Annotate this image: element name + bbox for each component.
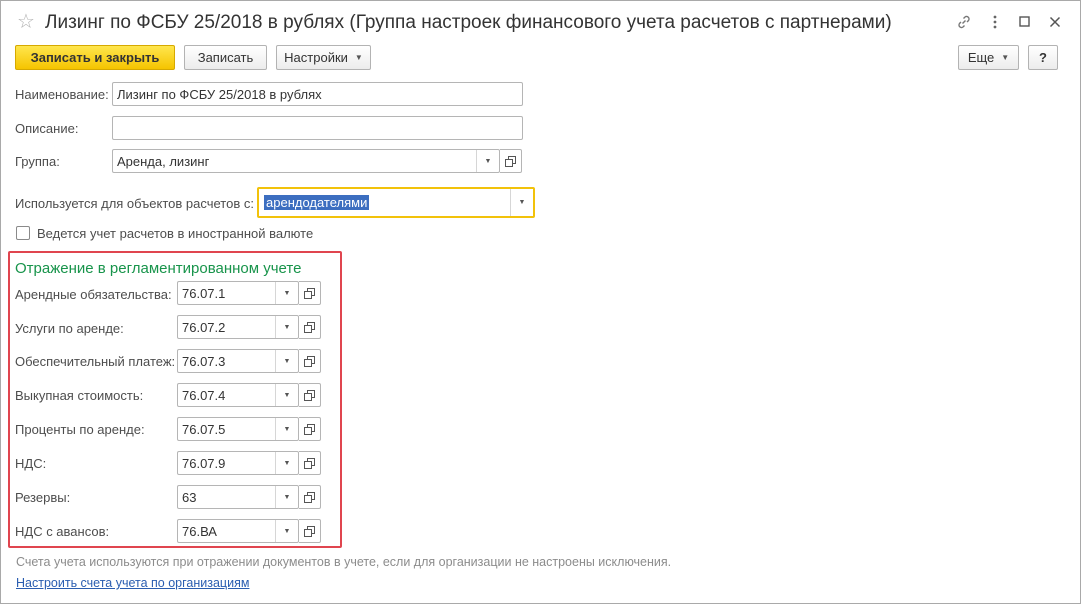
chevron-down-icon[interactable]: ▼ xyxy=(275,452,298,474)
group-label: Группа: xyxy=(15,154,60,169)
account-row-label: Услуги по аренде: xyxy=(15,321,124,336)
chevron-down-icon[interactable]: ▼ xyxy=(275,316,298,338)
more-label: Еще xyxy=(967,50,995,65)
group-value: Аренда, лизинг xyxy=(117,153,210,169)
open-group-button[interactable] xyxy=(500,149,522,173)
account-value: 76.07.4 xyxy=(182,387,226,403)
chevron-down-icon[interactable]: ▼ xyxy=(275,350,298,372)
open-account-button[interactable] xyxy=(299,485,321,509)
form-window: ☆ Лизинг по ФСБУ 25/2018 в рублях (Групп… xyxy=(0,0,1081,604)
settings-label: Настройки xyxy=(284,50,348,65)
account-value: 76.ВА xyxy=(182,523,217,539)
account-select[interactable]: 76.ВА ▼ xyxy=(177,519,299,543)
chevron-down-icon[interactable]: ▼ xyxy=(275,282,298,304)
link-icon[interactable] xyxy=(953,11,975,33)
accounts-hint-text: Счета учета используются при отражении д… xyxy=(16,555,672,569)
account-row-label: Проценты по аренде: xyxy=(15,422,145,437)
window-title: Лизинг по ФСБУ 25/2018 в рублях (Группа … xyxy=(45,12,892,33)
account-select[interactable]: 76.07.3 ▼ xyxy=(177,349,299,373)
account-select[interactable]: 76.07.2 ▼ xyxy=(177,315,299,339)
account-value: 76.07.9 xyxy=(182,455,226,471)
chevron-down-icon: ▼ xyxy=(354,53,363,62)
chevron-down-icon: ▼ xyxy=(1001,53,1010,62)
name-input[interactable]: Лизинг по ФСБУ 25/2018 в рублях xyxy=(112,82,523,106)
save-and-close-button[interactable]: Записать и закрыть xyxy=(15,45,175,70)
close-icon[interactable] xyxy=(1044,11,1066,33)
name-value: Лизинг по ФСБУ 25/2018 в рублях xyxy=(117,86,322,102)
account-row-label: Резервы: xyxy=(15,490,71,505)
help-button[interactable]: ? xyxy=(1028,45,1058,70)
open-account-button[interactable] xyxy=(299,383,321,407)
chevron-down-icon[interactable]: ▼ xyxy=(275,384,298,406)
account-value: 76.07.1 xyxy=(182,285,226,301)
open-window-icon xyxy=(304,491,315,503)
account-row-label: Арендные обязательства: xyxy=(15,287,172,302)
more-button[interactable]: Еще ▼ xyxy=(958,45,1019,70)
chevron-down-icon[interactable]: ▼ xyxy=(275,418,298,440)
description-input[interactable] xyxy=(112,116,523,140)
account-value: 76.07.3 xyxy=(182,353,226,369)
foreign-currency-checkbox[interactable] xyxy=(16,226,30,240)
open-account-button[interactable] xyxy=(299,281,321,305)
open-account-button[interactable] xyxy=(299,519,321,543)
settings-button[interactable]: Настройки ▼ xyxy=(276,45,371,70)
maximize-icon[interactable] xyxy=(1014,11,1036,33)
save-and-close-label: Записать и закрыть xyxy=(30,50,160,65)
chevron-down-icon[interactable]: ▼ xyxy=(275,486,298,508)
save-label: Записать xyxy=(197,50,254,65)
account-row-label: Обеспечительный платеж: xyxy=(15,354,176,369)
used-for-select[interactable]: арендодателями ▼ xyxy=(257,187,535,218)
name-label: Наименование: xyxy=(15,87,109,102)
more-options-icon[interactable] xyxy=(984,11,1006,33)
account-select[interactable]: 63 ▼ xyxy=(177,485,299,509)
account-row-label: Выкупная стоимость: xyxy=(15,388,144,403)
account-value: 76.07.2 xyxy=(182,319,226,335)
chevron-down-icon[interactable]: ▼ xyxy=(275,520,298,542)
open-window-icon xyxy=(304,355,315,367)
description-label: Описание: xyxy=(15,121,79,136)
account-select[interactable]: 76.07.1 ▼ xyxy=(177,281,299,305)
open-account-button[interactable] xyxy=(299,349,321,373)
account-select[interactable]: 76.07.9 ▼ xyxy=(177,451,299,475)
open-window-icon xyxy=(304,287,315,299)
open-account-button[interactable] xyxy=(299,451,321,475)
help-label: ? xyxy=(1039,50,1047,65)
account-row-label: НДС с авансов: xyxy=(15,524,110,539)
account-value: 76.07.5 xyxy=(182,421,226,437)
open-account-button[interactable] xyxy=(299,417,321,441)
save-button[interactable]: Записать xyxy=(184,45,267,70)
group-select[interactable]: Аренда, лизинг ▼ xyxy=(112,149,500,173)
open-window-icon xyxy=(304,423,315,435)
open-window-icon xyxy=(505,155,516,167)
open-window-icon xyxy=(304,321,315,333)
used-for-value: арендодателями xyxy=(264,195,370,210)
configure-accounts-link[interactable]: Настроить счета учета по организациям xyxy=(16,576,249,590)
used-for-label: Используется для объектов расчетов с: xyxy=(15,196,254,211)
open-window-icon xyxy=(304,525,315,537)
accounting-section-title: Отражение в регламентированном учете xyxy=(15,260,302,277)
open-window-icon xyxy=(304,389,315,401)
chevron-down-icon[interactable]: ▼ xyxy=(510,189,533,216)
account-select[interactable]: 76.07.5 ▼ xyxy=(177,417,299,441)
foreign-currency-label: Ведется учет расчетов в иностранной валю… xyxy=(37,226,314,241)
account-row-label: НДС: xyxy=(15,456,47,471)
account-value: 63 xyxy=(182,489,197,505)
open-account-button[interactable] xyxy=(299,315,321,339)
open-window-icon xyxy=(304,457,315,469)
favorite-star-icon[interactable]: ☆ xyxy=(17,10,35,34)
chevron-down-icon[interactable]: ▼ xyxy=(476,150,499,172)
account-select[interactable]: 76.07.4 ▼ xyxy=(177,383,299,407)
